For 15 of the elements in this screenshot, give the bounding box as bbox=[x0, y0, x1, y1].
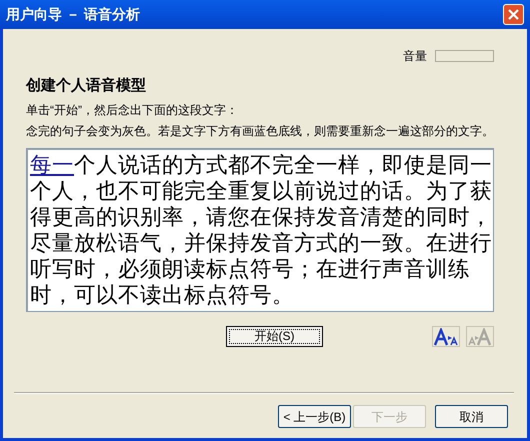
close-button[interactable] bbox=[503, 4, 524, 25]
passage-text: 每一个人说话的方式都不完全一样，即使是同一个人，也不可能完全重复以前说过的话。为了获得更高的识别率，请您在保持发音清楚的同时，尽量放松语气，并保持发音方式的一致。在进行听写时，必须朗读标点符号；在进行声音训练时，可以不读出标点符号。 bbox=[30, 152, 492, 308]
volume-meter bbox=[435, 50, 494, 62]
window-title: 用户向导 － 语音分析 bbox=[6, 5, 140, 24]
wizard-button[interactable]: 取消 bbox=[435, 405, 508, 428]
font-size-down-icon bbox=[468, 328, 492, 346]
font-size-up-icon bbox=[434, 328, 458, 346]
volume-label: 音量 bbox=[403, 48, 427, 65]
instruction-text: 念完的句子会变为灰色。若是文字下方有画蓝色底线，则需要重新念一遍这部分的文字。 bbox=[26, 123, 494, 140]
close-icon bbox=[508, 9, 519, 20]
start-button[interactable]: 开始(S) bbox=[226, 326, 323, 346]
section-heading: 创建个人语音模型 bbox=[26, 76, 147, 95]
enlarge-font-button[interactable] bbox=[432, 326, 460, 346]
instruction-text: 单击“开始”，然后念出下面的这段文字： bbox=[26, 102, 239, 119]
wizard-button[interactable]: < 上一步(B) bbox=[278, 405, 351, 428]
